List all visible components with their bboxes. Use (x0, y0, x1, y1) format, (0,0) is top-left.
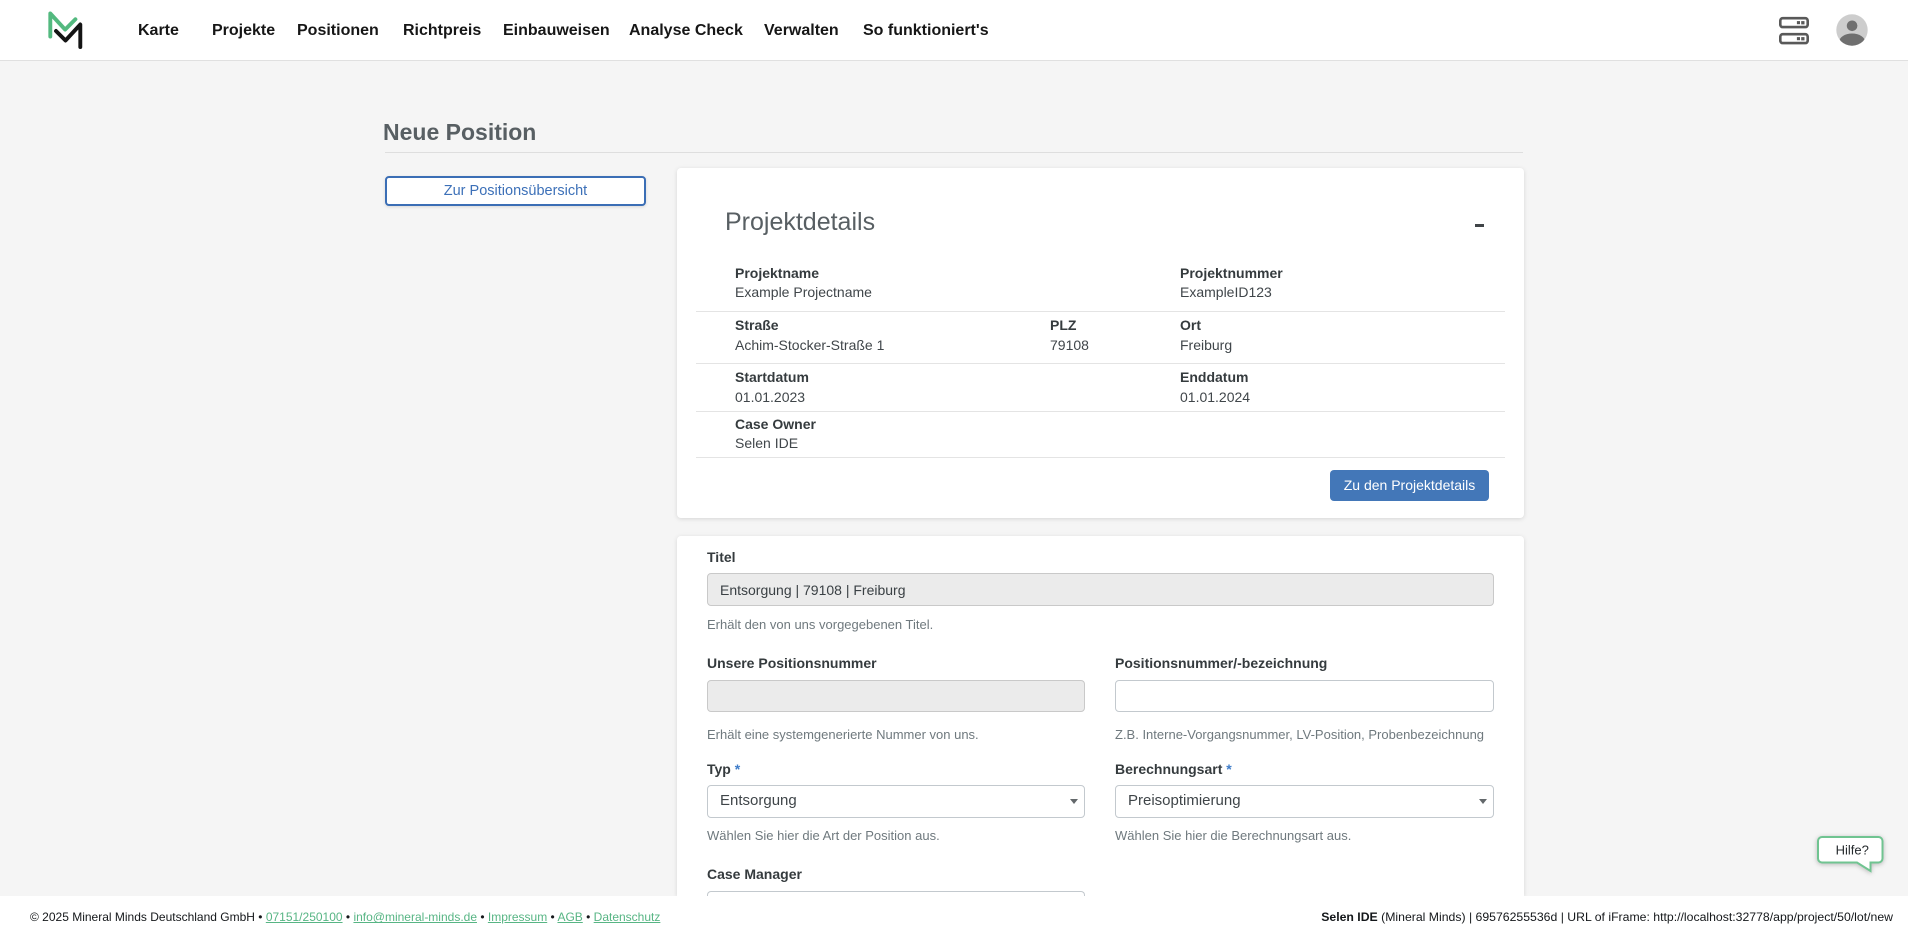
svg-text:Hilfe?: Hilfe? (1836, 843, 1869, 858)
